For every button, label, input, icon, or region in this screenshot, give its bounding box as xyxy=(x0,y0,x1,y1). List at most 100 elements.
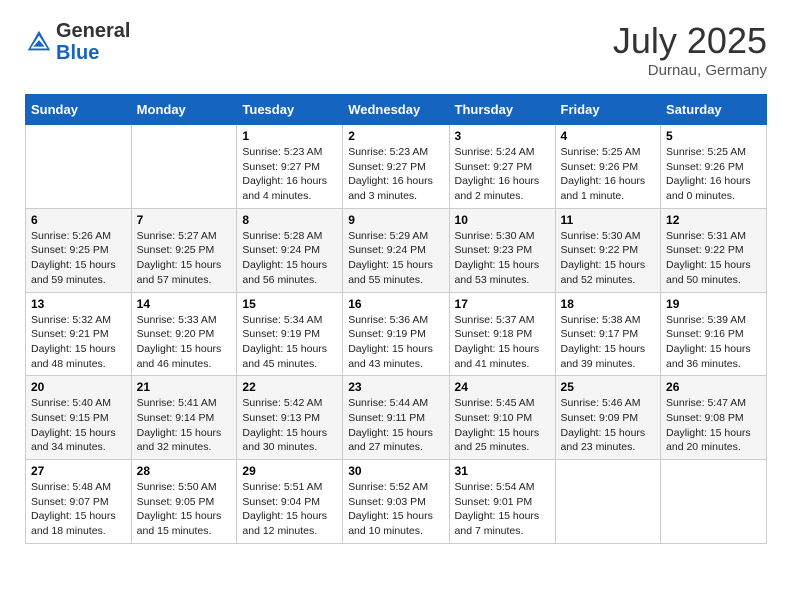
cell-sun-info: Sunrise: 5:37 AM Sunset: 9:18 PM Dayligh… xyxy=(455,313,550,372)
day-number: 20 xyxy=(31,380,126,394)
cell-sun-info: Sunrise: 5:26 AM Sunset: 9:25 PM Dayligh… xyxy=(31,229,126,288)
calendar-week-row: 6 Sunrise: 5:26 AM Sunset: 9:25 PM Daylig… xyxy=(26,208,767,292)
day-number: 25 xyxy=(561,380,656,394)
cell-sun-info: Sunrise: 5:52 AM Sunset: 9:03 PM Dayligh… xyxy=(348,480,443,539)
day-number: 15 xyxy=(242,297,337,311)
cell-sun-info: Sunrise: 5:47 AM Sunset: 9:08 PM Dayligh… xyxy=(666,396,761,455)
calendar-header-row: SundayMondayTuesdayWednesdayThursdayFrid… xyxy=(26,95,767,125)
calendar-week-row: 27 Sunrise: 5:48 AM Sunset: 9:07 PM Dayli… xyxy=(26,460,767,544)
month-year-title: July 2025 xyxy=(613,20,767,62)
calendar-week-row: 20 Sunrise: 5:40 AM Sunset: 9:15 PM Dayli… xyxy=(26,376,767,460)
cell-sun-info: Sunrise: 5:48 AM Sunset: 9:07 PM Dayligh… xyxy=(31,480,126,539)
calendar-cell: 14 Sunrise: 5:33 AM Sunset: 9:20 PM Dayli… xyxy=(131,292,237,376)
cell-sun-info: Sunrise: 5:25 AM Sunset: 9:26 PM Dayligh… xyxy=(666,145,761,204)
day-header-sunday: Sunday xyxy=(26,95,132,125)
day-number: 22 xyxy=(242,380,337,394)
calendar-week-row: 1 Sunrise: 5:23 AM Sunset: 9:27 PM Daylig… xyxy=(26,125,767,209)
calendar-cell: 22Sunrise: 5:42 AM Sunset: 9:13 PM Dayli… xyxy=(237,376,343,460)
calendar-cell: 13 Sunrise: 5:32 AM Sunset: 9:21 PM Dayli… xyxy=(26,292,132,376)
calendar-cell: 30Sunrise: 5:52 AM Sunset: 9:03 PM Dayli… xyxy=(343,460,449,544)
cell-sun-info: Sunrise: 5:40 AM Sunset: 9:15 PM Dayligh… xyxy=(31,396,126,455)
calendar-cell: 12 Sunrise: 5:31 AM Sunset: 9:22 PM Dayli… xyxy=(661,208,767,292)
day-number: 5 xyxy=(666,129,761,143)
calendar-cell: 26 Sunrise: 5:47 AM Sunset: 9:08 PM Dayli… xyxy=(661,376,767,460)
calendar-table: SundayMondayTuesdayWednesdayThursdayFrid… xyxy=(25,94,767,544)
day-header-friday: Friday xyxy=(555,95,661,125)
calendar-cell xyxy=(131,125,237,209)
calendar-cell: 15Sunrise: 5:34 AM Sunset: 9:19 PM Dayli… xyxy=(237,292,343,376)
calendar-cell: 6 Sunrise: 5:26 AM Sunset: 9:25 PM Daylig… xyxy=(26,208,132,292)
day-header-monday: Monday xyxy=(131,95,237,125)
day-header-saturday: Saturday xyxy=(661,95,767,125)
logo-blue-text: Blue xyxy=(56,42,130,64)
calendar-cell: 29 Sunrise: 5:51 AM Sunset: 9:04 PM Dayli… xyxy=(237,460,343,544)
day-number: 1 xyxy=(242,129,337,143)
calendar-cell: 18Sunrise: 5:38 AM Sunset: 9:17 PM Dayli… xyxy=(555,292,661,376)
calendar-cell: 25 Sunrise: 5:46 AM Sunset: 9:09 PM Dayli… xyxy=(555,376,661,460)
day-header-tuesday: Tuesday xyxy=(237,95,343,125)
day-number: 24 xyxy=(455,380,550,394)
day-number: 4 xyxy=(561,129,656,143)
day-number: 31 xyxy=(455,464,550,478)
cell-sun-info: Sunrise: 5:23 AM Sunset: 9:27 PM Dayligh… xyxy=(348,145,443,204)
day-number: 14 xyxy=(137,297,232,311)
calendar-cell: 2 Sunrise: 5:23 AM Sunset: 9:27 PM Daylig… xyxy=(343,125,449,209)
cell-sun-info: Sunrise: 5:31 AM Sunset: 9:22 PM Dayligh… xyxy=(666,229,761,288)
day-number: 9 xyxy=(348,213,443,227)
day-number: 17 xyxy=(455,297,550,311)
calendar-cell: 3 Sunrise: 5:24 AM Sunset: 9:27 PM Daylig… xyxy=(449,125,555,209)
day-number: 2 xyxy=(348,129,443,143)
calendar-cell: 10Sunrise: 5:30 AM Sunset: 9:23 PM Dayli… xyxy=(449,208,555,292)
day-number: 11 xyxy=(561,213,656,227)
calendar-cell: 4Sunrise: 5:25 AM Sunset: 9:26 PM Daylig… xyxy=(555,125,661,209)
cell-sun-info: Sunrise: 5:45 AM Sunset: 9:10 PM Dayligh… xyxy=(455,396,550,455)
calendar-week-row: 13 Sunrise: 5:32 AM Sunset: 9:21 PM Dayli… xyxy=(26,292,767,376)
day-number: 19 xyxy=(666,297,761,311)
day-number: 18 xyxy=(561,297,656,311)
cell-sun-info: Sunrise: 5:33 AM Sunset: 9:20 PM Dayligh… xyxy=(137,313,232,372)
day-number: 13 xyxy=(31,297,126,311)
day-number: 27 xyxy=(31,464,126,478)
logo-icon xyxy=(25,28,53,56)
cell-sun-info: Sunrise: 5:30 AM Sunset: 9:22 PM Dayligh… xyxy=(561,229,656,288)
calendar-cell xyxy=(26,125,132,209)
day-number: 26 xyxy=(666,380,761,394)
day-number: 28 xyxy=(137,464,232,478)
cell-sun-info: Sunrise: 5:28 AM Sunset: 9:24 PM Dayligh… xyxy=(242,229,337,288)
day-number: 3 xyxy=(455,129,550,143)
calendar-cell: 5 Sunrise: 5:25 AM Sunset: 9:26 PM Daylig… xyxy=(661,125,767,209)
cell-sun-info: Sunrise: 5:32 AM Sunset: 9:21 PM Dayligh… xyxy=(31,313,126,372)
cell-sun-info: Sunrise: 5:54 AM Sunset: 9:01 PM Dayligh… xyxy=(455,480,550,539)
calendar-cell: 23Sunrise: 5:44 AM Sunset: 9:11 PM Dayli… xyxy=(343,376,449,460)
day-number: 8 xyxy=(242,213,337,227)
day-number: 7 xyxy=(137,213,232,227)
logo: General Blue xyxy=(25,20,130,64)
calendar-cell: 19Sunrise: 5:39 AM Sunset: 9:16 PM Dayli… xyxy=(661,292,767,376)
cell-sun-info: Sunrise: 5:51 AM Sunset: 9:04 PM Dayligh… xyxy=(242,480,337,539)
calendar-cell: 21 Sunrise: 5:41 AM Sunset: 9:14 PM Dayli… xyxy=(131,376,237,460)
logo-general-text: General xyxy=(56,20,130,42)
calendar-cell xyxy=(661,460,767,544)
cell-sun-info: Sunrise: 5:50 AM Sunset: 9:05 PM Dayligh… xyxy=(137,480,232,539)
calendar-cell: 20 Sunrise: 5:40 AM Sunset: 9:15 PM Dayli… xyxy=(26,376,132,460)
day-header-thursday: Thursday xyxy=(449,95,555,125)
calendar-cell: 1Sunrise: 5:23 AM Sunset: 9:27 PM Daylig… xyxy=(237,125,343,209)
day-number: 6 xyxy=(31,213,126,227)
cell-sun-info: Sunrise: 5:24 AM Sunset: 9:27 PM Dayligh… xyxy=(455,145,550,204)
cell-sun-info: Sunrise: 5:36 AM Sunset: 9:19 PM Dayligh… xyxy=(348,313,443,372)
cell-sun-info: Sunrise: 5:41 AM Sunset: 9:14 PM Dayligh… xyxy=(137,396,232,455)
cell-sun-info: Sunrise: 5:46 AM Sunset: 9:09 PM Dayligh… xyxy=(561,396,656,455)
title-block: July 2025 Durnau, Germany xyxy=(613,20,767,79)
calendar-cell xyxy=(555,460,661,544)
day-number: 23 xyxy=(348,380,443,394)
calendar-cell: 8 Sunrise: 5:28 AM Sunset: 9:24 PM Daylig… xyxy=(237,208,343,292)
cell-sun-info: Sunrise: 5:27 AM Sunset: 9:25 PM Dayligh… xyxy=(137,229,232,288)
day-number: 29 xyxy=(242,464,337,478)
day-number: 21 xyxy=(137,380,232,394)
day-number: 16 xyxy=(348,297,443,311)
calendar-cell: 16 Sunrise: 5:36 AM Sunset: 9:19 PM Dayli… xyxy=(343,292,449,376)
calendar-cell: 9Sunrise: 5:29 AM Sunset: 9:24 PM Daylig… xyxy=(343,208,449,292)
calendar-cell: 11 Sunrise: 5:30 AM Sunset: 9:22 PM Dayli… xyxy=(555,208,661,292)
day-number: 12 xyxy=(666,213,761,227)
calendar-cell: 7 Sunrise: 5:27 AM Sunset: 9:25 PM Daylig… xyxy=(131,208,237,292)
